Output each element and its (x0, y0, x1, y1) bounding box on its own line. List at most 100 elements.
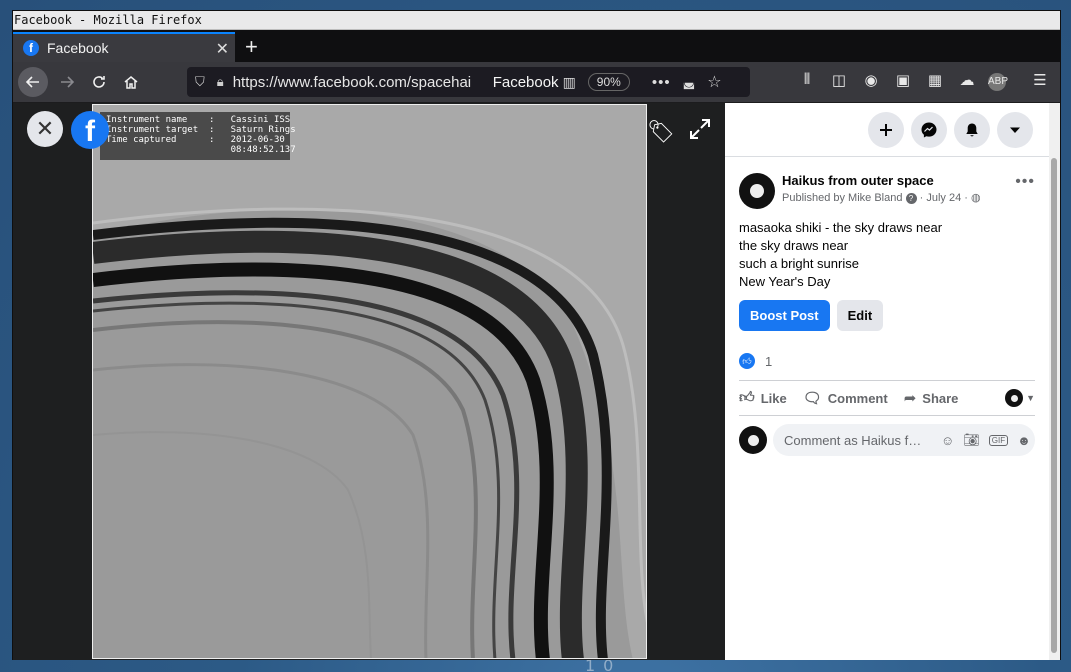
tab-facebook[interactable]: f Facebook ✕ (13, 32, 235, 62)
facebook-favicon-icon: f (23, 40, 39, 56)
site-identity-label: Facebook (492, 73, 559, 91)
speech-bubble-icon: 🗨︎ (802, 390, 822, 407)
commenter-avatar[interactable] (739, 426, 767, 454)
page-actions-icon[interactable]: ••• (652, 74, 671, 91)
extension-grid-icon[interactable]: ▦ (924, 71, 946, 89)
navigation-toolbar: ⛉ 🔒︎ https://www.facebook.com/spacehai F… (13, 62, 1060, 102)
messenger-button[interactable] (911, 112, 947, 148)
like-label: Like (760, 390, 787, 406)
reload-icon (93, 76, 105, 88)
share-label: Share (922, 390, 959, 406)
create-button[interactable] (868, 112, 904, 148)
tab-strip: f Facebook ✕ + (13, 30, 1060, 62)
poem-line: such a bright sunrise (739, 256, 859, 271)
tab-close-icon[interactable]: ✕ (216, 39, 229, 59)
post-date[interactable]: July 24 (926, 192, 961, 204)
post-header: Haikus from outer space Published by Mik… (739, 173, 1035, 209)
caret-down-icon (1010, 127, 1020, 133)
arrow-left-icon (25, 76, 39, 88)
side-panel-scrollbar[interactable] (1049, 103, 1060, 660)
page-avatar[interactable] (739, 173, 775, 209)
fullscreen-expand-icon[interactable] (688, 117, 712, 141)
browser-window: Facebook - Mozilla Firefox f Facebook ✕ … (12, 10, 1061, 660)
gif-icon[interactable]: GIF (988, 434, 1009, 446)
url-bar[interactable]: ⛉ 🔒︎ https://www.facebook.com/spacehai F… (187, 67, 750, 97)
extension-cloud-icon[interactable]: ☁ (956, 71, 978, 89)
sticker-icon[interactable]: ☻ (1017, 433, 1031, 448)
reader-view-icon[interactable]: ▥ (563, 74, 576, 91)
comment-button[interactable]: 🗨︎ Comment (803, 389, 888, 407)
image-metadata-box: Instrument name : Cassini ISS Instrument… (100, 112, 296, 160)
plus-icon (880, 124, 892, 136)
reaction-count[interactable]: 1 (765, 354, 772, 369)
social-actions: 👍︎ Like 🗨︎ Comment ➦ Share ▼ (739, 381, 1035, 415)
account-menu-button[interactable] (997, 112, 1033, 148)
page-content: Instrument name : Cassini ISS Instrument… (13, 103, 1060, 660)
post-side-panel: Haikus from outer space Published by Mik… (725, 103, 1049, 660)
byline-text[interactable]: Published by Mike Bland (782, 192, 902, 204)
comment-label: Comment (827, 390, 888, 406)
poem-line: New Year's Day (739, 274, 831, 289)
separator-dot: · (919, 192, 924, 204)
reaction-summary[interactable]: 👍︎ 1 (739, 353, 1035, 369)
share-arrow-icon: ➦ (903, 390, 917, 407)
separator-dot: · (964, 192, 968, 204)
facebook-header-actions (725, 103, 1049, 157)
comment-input[interactable] (784, 432, 932, 448)
adblock-icon[interactable]: ABP (988, 73, 1008, 91)
tracking-shield-icon[interactable]: ⛉ (195, 74, 205, 90)
comment-composer: ☺ 📷︎ GIF ☻ (739, 424, 1035, 456)
pocket-icon[interactable]: ◛ (683, 74, 696, 90)
new-tab-button[interactable]: + (245, 34, 258, 60)
boost-post-button[interactable]: Boost Post (739, 300, 830, 331)
comment-box[interactable]: ☺ 📷︎ GIF ☻ (773, 424, 1035, 456)
saturn-rings-photo: Instrument name : Cassini ISS Instrument… (92, 104, 647, 659)
menu-icon[interactable]: ☰ (1029, 71, 1051, 89)
home-icon (124, 76, 138, 89)
more-options-icon[interactable]: ••• (1015, 173, 1035, 191)
back-button[interactable] (18, 67, 48, 97)
url-text[interactable]: https://www.facebook.com/spacehai (233, 74, 485, 91)
like-reaction-icon: 👍︎ (739, 353, 755, 369)
post-byline: Published by Mike Bland ? · July 24 · ◍ (782, 191, 981, 204)
help-icon[interactable]: ? (905, 192, 917, 204)
edit-button[interactable]: Edit (836, 300, 884, 331)
photo-viewer: Instrument name : Cassini ISS Instrument… (13, 103, 725, 660)
lock-icon[interactable]: 🔒︎ (217, 74, 224, 90)
messenger-icon (921, 122, 937, 138)
window-title: Facebook - Mozilla Firefox (13, 11, 1060, 30)
extension-photo-icon[interactable]: ▣ (892, 71, 914, 89)
poem-line: the sky draws near (739, 238, 849, 253)
camera-icon[interactable]: 📷︎ (963, 432, 980, 448)
share-button[interactable]: ➦ Share (904, 389, 959, 407)
arrow-right-icon (61, 76, 75, 88)
bell-icon (966, 123, 978, 137)
library-icon[interactable]: ⫴ (796, 71, 818, 88)
post-text: masaoka shiki - the sky draws near the s… (739, 219, 1035, 291)
actor-picker[interactable]: ▼ (1005, 389, 1035, 407)
chevron-down-icon: ▼ (1026, 393, 1035, 403)
post-owner-actions: Boost Post Edit (739, 300, 1035, 331)
tab-label: Facebook (47, 40, 109, 56)
tag-icon[interactable]: 🏷︎ (647, 119, 675, 145)
divider (739, 415, 1035, 416)
bookmark-star-icon[interactable]: ☆ (707, 72, 721, 92)
actor-avatar (1005, 389, 1024, 407)
reload-button[interactable] (85, 68, 113, 96)
zoom-indicator[interactable]: 90% (587, 73, 630, 91)
like-button[interactable]: 👍︎ Like (739, 389, 787, 407)
notifications-button[interactable] (954, 112, 990, 148)
sidebar-icon[interactable]: ◫ (828, 71, 850, 89)
facebook-logo-icon[interactable]: f (71, 111, 109, 149)
poem-line: masaoka shiki - the sky draws near (739, 220, 943, 235)
thumbs-up-icon: 👍︎ (739, 389, 755, 406)
saturn-rings-image (93, 105, 646, 658)
home-button[interactable] (117, 68, 145, 96)
page-name-link[interactable]: Haikus from outer space (782, 173, 981, 188)
globe-icon[interactable]: ◍ (971, 192, 981, 204)
account-icon[interactable]: ◉ (860, 71, 882, 89)
emoji-icon[interactable]: ☺ (941, 433, 954, 448)
forward-button[interactable] (53, 68, 81, 96)
post: Haikus from outer space Published by Mik… (739, 173, 1035, 456)
close-viewer-button[interactable]: ✕ (27, 111, 63, 147)
